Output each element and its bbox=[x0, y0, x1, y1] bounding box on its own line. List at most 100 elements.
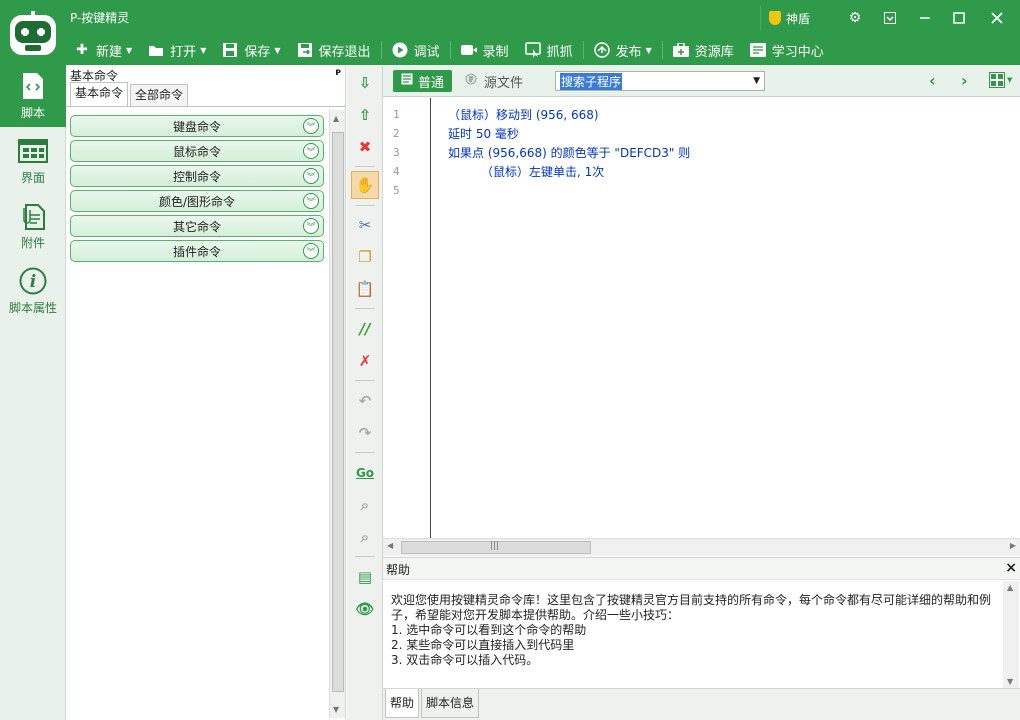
prev-arrow-icon[interactable]: ‹ bbox=[929, 71, 936, 90]
tab-script-info[interactable]: 脚本信息 bbox=[421, 689, 480, 718]
scroll-down-arrow-icon[interactable]: ▼ bbox=[333, 705, 339, 714]
category-label: 其它命令 bbox=[172, 219, 221, 234]
scrollbar-thumb[interactable] bbox=[332, 132, 344, 692]
help-text-line: 欢迎您使用按键精灵命令库！这里包含了按键精灵官方目前支持的所有命令，每个命令都有… bbox=[391, 593, 992, 607]
scroll-up-arrow-icon[interactable]: ▲ bbox=[1007, 583, 1013, 592]
shield-button[interactable]: 神盾 bbox=[760, 5, 830, 31]
save-button[interactable]: 保存 ▼ bbox=[214, 37, 288, 63]
nav-item-ui[interactable]: 界面 bbox=[0, 130, 66, 192]
command-panel-scrollbar[interactable]: ▲ ▼ bbox=[329, 110, 345, 718]
category-plugin[interactable]: 插件命令 ︾ bbox=[70, 240, 324, 262]
hand-icon[interactable]: ✋ bbox=[351, 171, 379, 199]
goto-icon[interactable]: Go bbox=[351, 459, 379, 487]
tab-all-commands[interactable]: 全部命令 bbox=[130, 84, 189, 106]
save-exit-button[interactable]: 保存退出 bbox=[289, 37, 379, 63]
tool-separator bbox=[355, 452, 375, 453]
paste-icon[interactable]: 📋 bbox=[351, 275, 379, 303]
line-number: 2 bbox=[393, 127, 400, 140]
redo-icon[interactable]: ↷ bbox=[351, 419, 379, 447]
debug-button[interactable]: 调试 bbox=[384, 37, 448, 63]
tool-separator bbox=[355, 166, 375, 167]
code-line[interactable]: （鼠标）左键单击, 1次 bbox=[481, 163, 604, 180]
settings-gear-icon[interactable]: ⚙ bbox=[838, 5, 872, 31]
tab-source-mode[interactable]: 源文件 bbox=[457, 70, 531, 92]
category-label: 颜色/图形命令 bbox=[158, 194, 236, 209]
uncomment-icon[interactable]: ✗ bbox=[351, 347, 379, 375]
editor-horizontal-scrollbar[interactable]: ◀ ||| ▶ bbox=[383, 538, 1020, 556]
new-button[interactable]: ✚ 新建 ▼ bbox=[66, 37, 140, 63]
scrollbar-grip: ||| bbox=[490, 541, 500, 551]
help-tabs: 帮助 脚本信息 bbox=[383, 688, 1020, 720]
help-scrollbar[interactable]: ▲ ▼ bbox=[1003, 581, 1019, 688]
close-window-icon[interactable] bbox=[980, 5, 1014, 31]
delete-icon[interactable]: ✖ bbox=[351, 133, 379, 161]
dropdown-arrow-icon: ▼ bbox=[645, 45, 652, 55]
scroll-down-arrow-icon[interactable]: ▼ bbox=[1007, 677, 1013, 686]
nav-item-script[interactable]: 脚本 bbox=[0, 65, 66, 127]
nav-item-attachment[interactable]: 附件 bbox=[0, 195, 66, 257]
tab-normal-mode[interactable]: 普通 bbox=[393, 70, 453, 92]
help-text-line: 2. 某些命令可以直接插入到代码里 bbox=[391, 638, 575, 652]
tab-help[interactable]: 帮助 bbox=[385, 689, 420, 718]
chevron-down-icon: ▼ bbox=[753, 76, 760, 86]
find-next-icon[interactable]: ⌕ bbox=[351, 523, 379, 551]
move-up-icon[interactable]: ⇧ bbox=[351, 101, 379, 129]
subroutine-select[interactable]: 搜索子程序 ▼ bbox=[555, 71, 765, 91]
publish-button[interactable]: 发布 ▼ bbox=[586, 37, 660, 63]
code-editor[interactable]: 1 2 3 4 5 （鼠标）移动到 (956, 668) 延时 50 毫秒 如果… bbox=[383, 98, 1020, 538]
move-down-icon[interactable]: ⇩ bbox=[351, 69, 379, 97]
copy-icon[interactable]: ❐ bbox=[351, 243, 379, 271]
code-line[interactable]: 延时 50 毫秒 bbox=[448, 125, 519, 142]
line-number: 4 bbox=[393, 165, 400, 178]
menu-dropdown-icon[interactable] bbox=[873, 5, 907, 31]
play-icon bbox=[392, 42, 408, 58]
info-icon: i bbox=[18, 267, 48, 295]
next-arrow-icon[interactable]: › bbox=[961, 71, 968, 90]
category-keyboard[interactable]: 键盘命令 ︾ bbox=[70, 115, 324, 137]
find-icon[interactable]: ⌕ bbox=[351, 491, 379, 519]
scrollbar-thumb[interactable]: ||| bbox=[401, 541, 591, 554]
category-label: 控制命令 bbox=[172, 169, 221, 184]
library-button[interactable]: 资源库 bbox=[665, 37, 742, 63]
category-other[interactable]: 其它命令 ︾ bbox=[70, 215, 324, 237]
tab-basic-commands[interactable]: 基本命令 bbox=[70, 82, 129, 106]
help-panel-title: 帮助 bbox=[386, 563, 411, 577]
scroll-right-arrow-icon[interactable]: ▶ bbox=[1010, 541, 1016, 550]
chevron-down-icon: ︾ bbox=[303, 193, 319, 209]
help-text-line: 1. 选中命令可以看到这个命令的帮助 bbox=[391, 623, 587, 637]
scroll-up-arrow-icon[interactable]: ▲ bbox=[333, 114, 339, 123]
tool-separator bbox=[355, 556, 375, 557]
cut-icon[interactable]: ✂ bbox=[351, 211, 379, 239]
app-logo-icon bbox=[8, 9, 58, 59]
open-button[interactable]: 打开 ▼ bbox=[140, 37, 214, 63]
undo-icon[interactable]: ↶ bbox=[351, 387, 379, 415]
chevron-down-icon: ︾ bbox=[303, 243, 319, 259]
command-panel: 基本命令 ᴘ 基本命令 全部命令 键盘命令 ︾ 鼠标命令 ︾ 控制命令 ︾ 颜色/图形… bbox=[66, 65, 346, 720]
category-mouse[interactable]: 鼠标命令 ︾ bbox=[70, 140, 324, 162]
nav-item-script-properties[interactable]: i 脚本属性 bbox=[0, 260, 66, 322]
comment-icon[interactable]: // bbox=[351, 315, 379, 343]
learn-center-button[interactable]: 学习中心 bbox=[742, 37, 832, 63]
learn-icon bbox=[749, 42, 766, 58]
library-icon bbox=[672, 42, 689, 58]
grab-label: 抓抓 bbox=[546, 44, 573, 60]
code-line[interactable]: 如果点 (956,668) 的颜色等于 "DEFCD3" 则 bbox=[448, 144, 690, 161]
close-icon[interactable]: × bbox=[1005, 561, 1017, 576]
folder-icon bbox=[148, 42, 164, 58]
subroutine-select-value: 搜索子程序 bbox=[560, 72, 623, 90]
maximize-icon[interactable] bbox=[942, 5, 976, 31]
record-button[interactable]: 录制 bbox=[453, 37, 517, 63]
category-color-graphics[interactable]: 颜色/图形命令 ︾ bbox=[70, 190, 324, 212]
minimize-icon[interactable] bbox=[908, 5, 942, 31]
scroll-left-arrow-icon[interactable]: ◀ bbox=[387, 541, 393, 550]
line-number: 1 bbox=[393, 108, 400, 121]
category-control[interactable]: 控制命令 ︾ bbox=[70, 165, 324, 187]
grab-button[interactable]: 抓抓 bbox=[517, 37, 581, 63]
nav-label-script-properties: 脚本属性 bbox=[8, 300, 57, 315]
code-line[interactable]: （鼠标）移动到 (956, 668) bbox=[448, 106, 599, 123]
normal-mode-icon bbox=[401, 73, 413, 89]
pin-icon[interactable]: ᴘ bbox=[335, 67, 341, 81]
layout-toggle-button[interactable]: ▼ bbox=[989, 72, 1012, 88]
script-info-icon[interactable]: ▤ bbox=[351, 563, 379, 591]
view-icon[interactable]: 👁 bbox=[351, 595, 379, 623]
